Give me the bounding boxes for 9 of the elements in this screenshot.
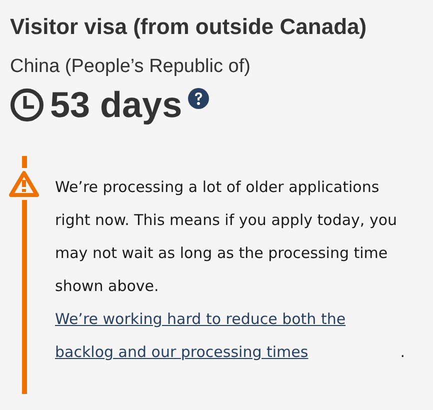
alert-message: We’re processing a lot of older applications right now. This means if you apply today, you may not wait as long as the processing time shown above. [55,177,398,297]
warning-icon [9,170,39,198]
clock-icon [10,88,44,122]
processing-time: 53 days [50,84,182,126]
page-heading: Visitor visa (from outside Canada) [10,14,368,40]
country-label: China (People’s Republic of) [10,56,252,78]
backlog-link[interactable]: We’re working hard to reduce both the backlog and our processing times [55,303,400,369]
help-icon[interactable] [188,88,210,109]
sentence-period: . [400,342,405,363]
